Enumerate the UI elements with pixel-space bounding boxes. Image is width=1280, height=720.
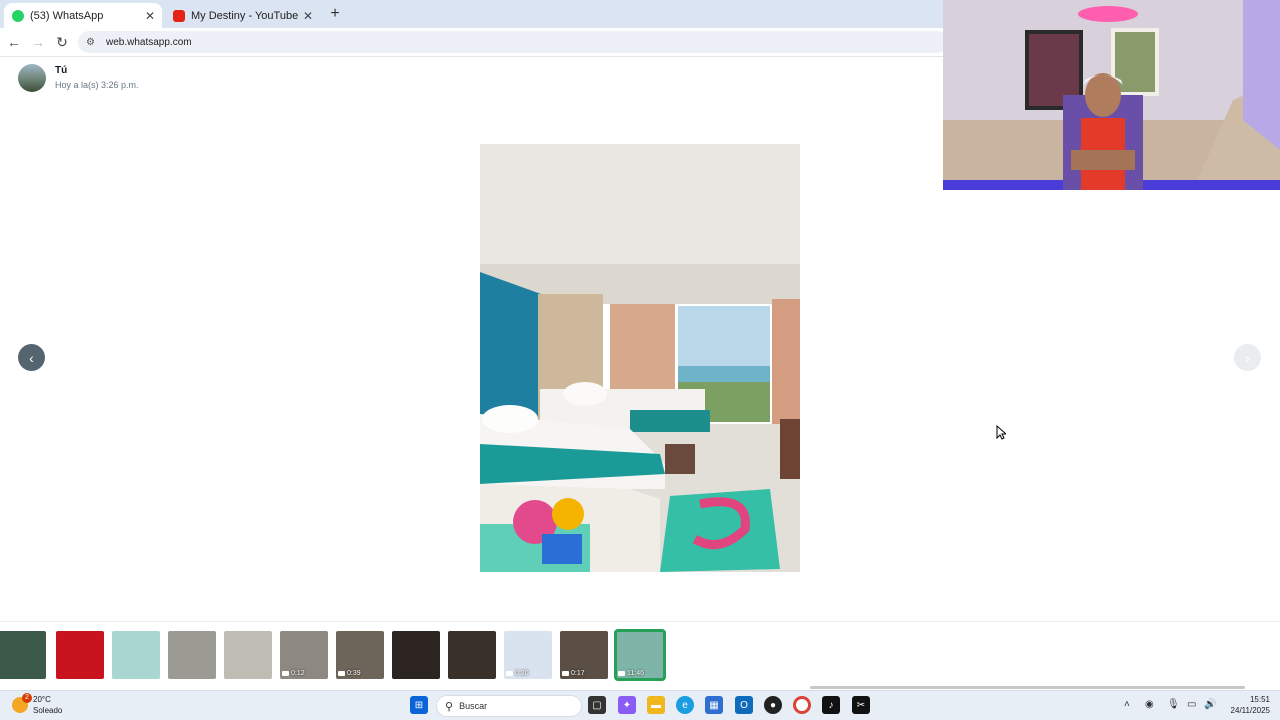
taskbar: 2 20°C Soleado ⊞ ⚲ Buscar ▢ ✦ ▬ e ▦ O ● … [0,690,1280,720]
webcam-overlay [943,0,1280,190]
microphone-icon[interactable]: 🎙 [1167,699,1180,710]
tab-whatsapp[interactable]: (53) WhatsApp ✕ [4,3,162,28]
thumbnail[interactable]: 0:39 [336,631,384,679]
store-icon[interactable]: ▦ [705,696,723,714]
thumbnail[interactable] [224,631,272,679]
video-camera-icon [506,671,513,676]
new-tab-button[interactable]: + [326,5,344,23]
thumbnail[interactable]: 0:20 [504,631,552,679]
edge-icon[interactable]: e [676,696,694,714]
weather-widget[interactable]: 2 20°C Soleado [12,693,63,716]
chevron-left-icon: ‹ [29,349,34,366]
video-camera-icon [618,671,625,676]
message-timestamp: Hoy a la(s) 3:26 p.m. [55,80,139,90]
search-placeholder: Buscar [459,701,488,711]
previous-media-button[interactable]: ‹ [18,344,45,371]
tab-title: My Destiny - YouTube [191,9,299,22]
media-thumbnail-strip: 0:12 0:39 0:20 0:17 11:46 [0,621,1280,687]
sun-icon: 2 [12,693,32,713]
thumbnail[interactable] [112,631,160,679]
thumbnail[interactable] [392,631,440,679]
thumbnail-scrollbar[interactable] [810,686,1245,689]
temperature: 20°C [33,695,51,704]
video-camera-icon [282,671,289,676]
video-duration: 0:39 [338,670,361,677]
chevron-right-icon: › [1245,349,1250,366]
whatsapp-icon [12,9,24,22]
tab-title: (53) WhatsApp [30,9,104,22]
windows-start-icon[interactable]: ⊞ [410,696,428,714]
thumbnail-selected[interactable]: 11:46 [614,629,666,681]
video-duration: 0:17 [562,670,585,677]
thumbnail[interactable] [0,631,46,679]
file-explorer-icon[interactable]: ▬ [647,696,665,714]
thumbnail[interactable] [168,631,216,679]
display-icon[interactable]: ▭ [1187,699,1196,710]
media-viewer-header: Tú Hoy a la(s) 3:26 p.m. [18,64,139,94]
volume-icon[interactable]: 🔊 [1204,699,1216,710]
reload-icon[interactable]: ↻ [52,33,72,51]
next-media-button[interactable]: › [1234,344,1261,371]
video-camera-icon [562,671,569,676]
video-duration: 0:20 [506,670,529,677]
network-alert-icon[interactable]: ◉ [1145,699,1154,710]
close-icon[interactable]: ✕ [300,9,316,23]
address-bar[interactable]: ⚙ web.whatsapp.com [78,31,948,53]
weather-condition: Soleado [33,706,63,715]
thumbnail[interactable]: 0:12 [280,631,328,679]
avatar[interactable] [18,64,46,92]
media-image [480,144,800,572]
back-icon[interactable]: ← [4,33,24,51]
sender-name: Tú [55,65,68,76]
app-icon[interactable]: ● [764,696,782,714]
system-clock[interactable]: 15:51 24/11/2025 [1222,694,1270,716]
thumbnail[interactable]: 0:17 [560,631,608,679]
video-camera-icon [338,671,345,676]
thumbnail[interactable] [448,631,496,679]
video-duration: 0:12 [282,670,305,677]
chrome-icon[interactable] [793,696,811,714]
chevron-up-icon[interactable]: ˄ [1124,699,1130,710]
notification-badge: 2 [22,693,32,703]
site-settings-icon[interactable]: ⚙ [86,37,102,48]
tab-youtube[interactable]: My Destiny - YouTube ✕ [165,3,320,28]
forward-icon[interactable]: → [28,33,48,51]
tiktok-icon[interactable]: ♪ [822,696,840,714]
close-icon[interactable]: ✕ [142,9,158,23]
video-duration: 11:46 [618,670,644,677]
clock-date: 24/11/2025 [1230,706,1270,715]
outlook-icon[interactable]: O [735,696,753,714]
capcut-icon[interactable]: ✂ [852,696,870,714]
clock-time: 15:51 [1249,695,1270,704]
mouse-cursor-icon [996,425,1006,440]
task-view-icon[interactable]: ▢ [588,696,606,714]
search-icon: ⚲ [445,700,454,713]
taskbar-search[interactable]: ⚲ Buscar [436,695,582,717]
url-text: web.whatsapp.com [106,36,192,48]
youtube-icon [173,9,185,22]
copilot-icon[interactable]: ✦ [618,696,636,714]
thumbnail[interactable] [56,631,104,679]
